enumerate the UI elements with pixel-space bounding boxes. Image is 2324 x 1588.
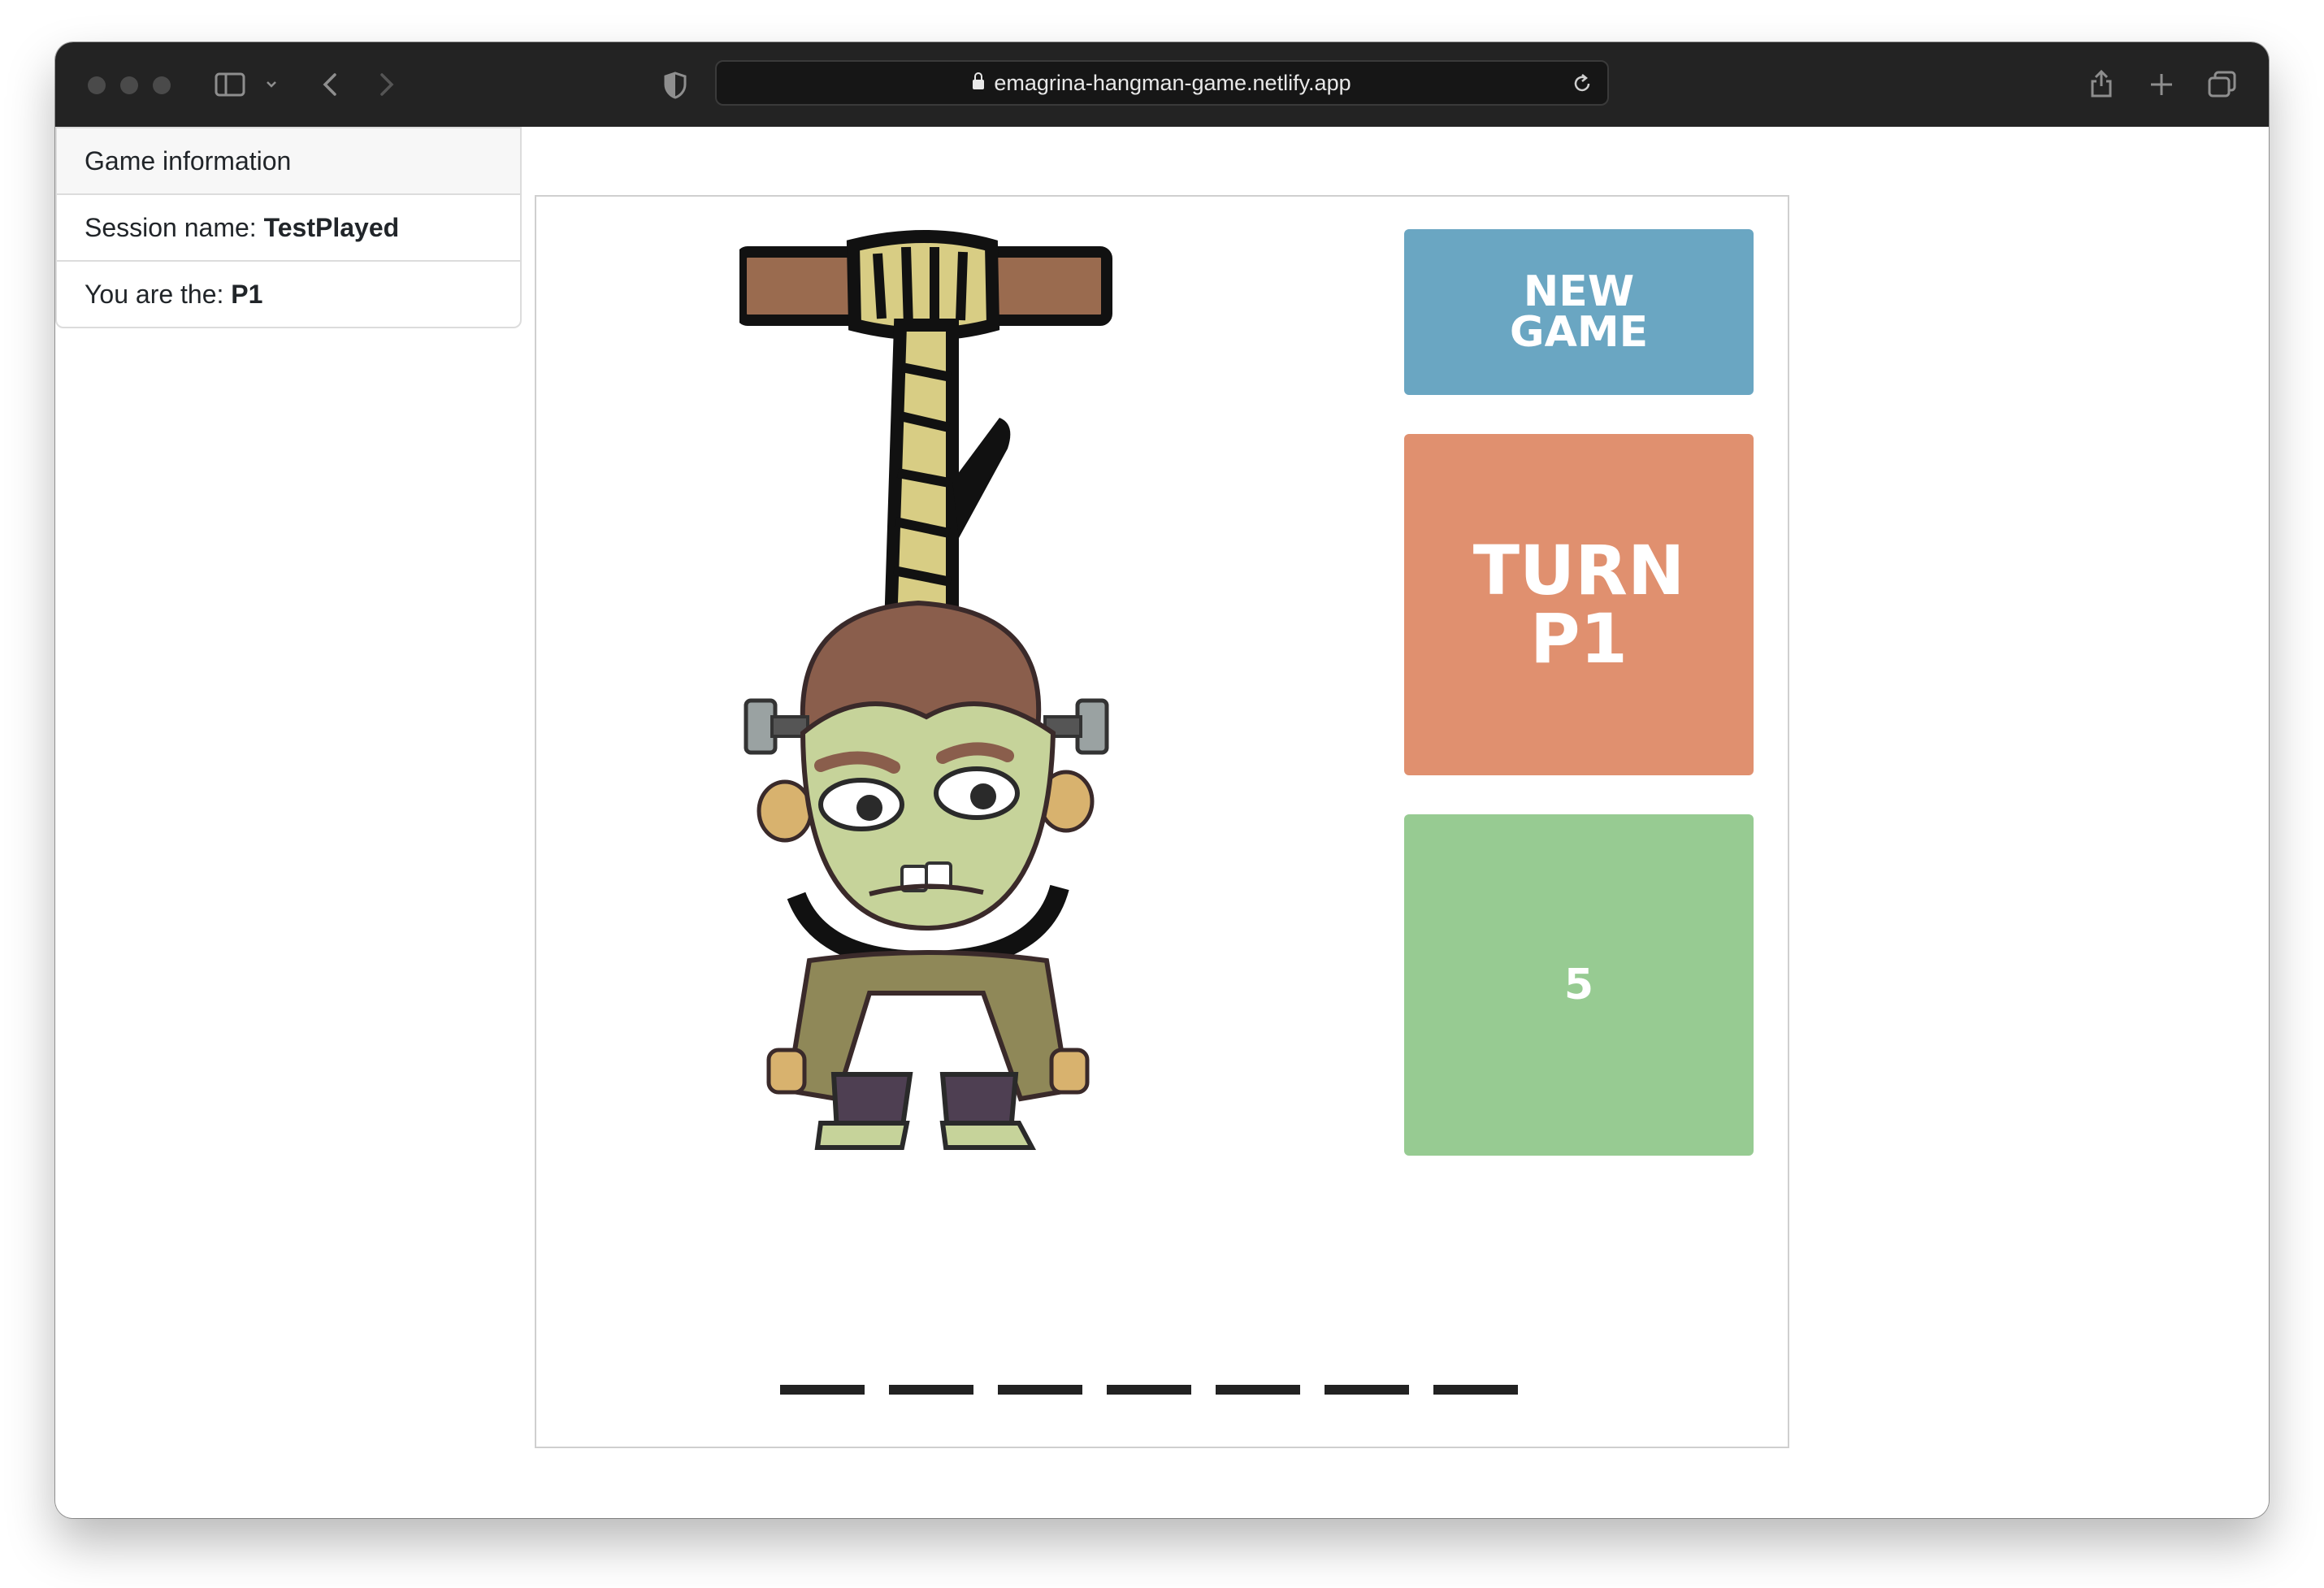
session-name-row: Session name: TestPlayed xyxy=(57,195,520,262)
new-game-button[interactable]: NEW GAME xyxy=(1404,229,1754,395)
letter-blank xyxy=(1107,1385,1191,1395)
url-text: emagrina-hangman-game.netlify.app xyxy=(994,71,1351,95)
new-tab-icon[interactable] xyxy=(2148,72,2174,98)
letter-blank xyxy=(1216,1385,1300,1395)
player-role-label: You are the: xyxy=(85,280,232,309)
letter-blank xyxy=(1325,1385,1409,1395)
browser-window: emagrina-hangman-game.netlify.app Game i… xyxy=(55,42,2269,1518)
game-info-card: Game information Session name: TestPlaye… xyxy=(55,127,522,328)
letter-blank xyxy=(780,1385,865,1395)
lock-icon xyxy=(973,72,985,89)
letter-blank xyxy=(998,1385,1082,1395)
letter-blank xyxy=(889,1385,973,1395)
remaining-counter: 5 xyxy=(1404,814,1754,1156)
forward-arrow-icon[interactable] xyxy=(377,70,397,99)
tabs-overview-icon[interactable] xyxy=(2207,70,2238,99)
player-role-value: P1 xyxy=(231,280,263,309)
back-arrow-icon[interactable] xyxy=(320,70,340,99)
game-board: NEW GAME TURN P1 5 xyxy=(535,195,1789,1448)
address-bar[interactable]: emagrina-hangman-game.netlify.app xyxy=(715,60,1609,106)
hangman-figure xyxy=(739,230,1112,1150)
minimize-window-button[interactable] xyxy=(120,76,138,94)
sidebar-toggle-icon[interactable] xyxy=(215,72,245,98)
page-content: Game information Session name: TestPlaye… xyxy=(55,127,2269,1518)
session-name-label: Session name: xyxy=(85,213,264,242)
chevron-down-icon[interactable] xyxy=(265,78,278,91)
close-window-button[interactable] xyxy=(88,76,106,94)
new-game-label: NEW GAME xyxy=(1509,267,1649,357)
zoom-window-button[interactable] xyxy=(153,76,171,94)
turn-indicator: TURN P1 xyxy=(1404,434,1754,775)
shield-icon[interactable] xyxy=(663,72,687,99)
session-name-value: TestPlayed xyxy=(263,213,400,242)
player-role-row: You are the: P1 xyxy=(57,262,520,327)
letter-blank xyxy=(1433,1385,1518,1395)
turn-label: TURN P1 xyxy=(1472,531,1685,679)
remaining-counter-value: 5 xyxy=(1563,961,1594,1009)
reload-icon[interactable] xyxy=(1572,73,1593,94)
browser-toolbar: emagrina-hangman-game.netlify.app xyxy=(55,42,2269,127)
game-info-header: Game information xyxy=(57,128,520,195)
share-icon[interactable] xyxy=(2088,67,2114,99)
